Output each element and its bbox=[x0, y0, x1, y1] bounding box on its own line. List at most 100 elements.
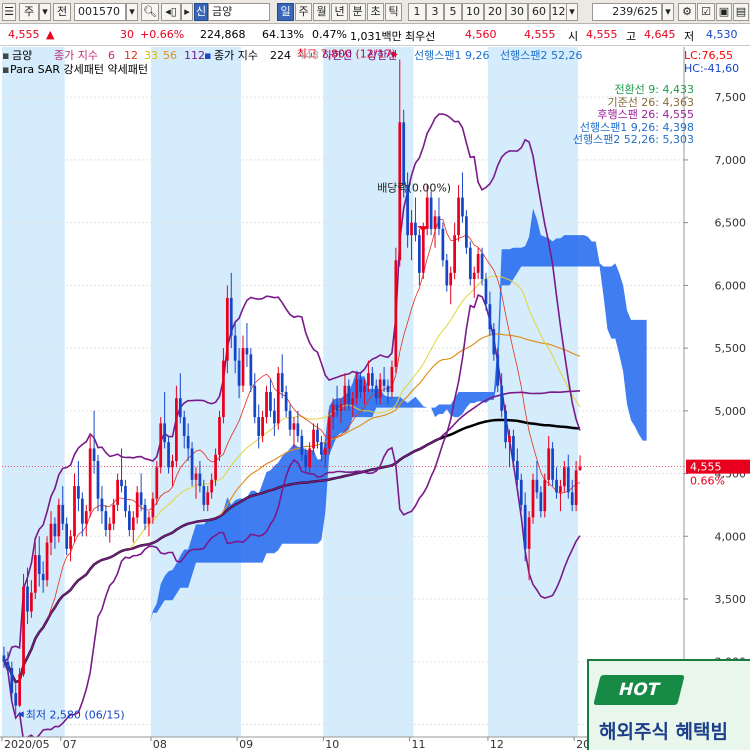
stock-name-field[interactable]: 금양 bbox=[208, 3, 270, 21]
candle-body bbox=[445, 260, 449, 286]
x-tick-label: 11 bbox=[412, 738, 426, 750]
candle-body bbox=[84, 511, 88, 524]
quote-bar: 4,555 ▲ 30 +0.66% 224,868 64.13% 0.47% 1… bbox=[0, 24, 750, 46]
legend-lower-band: 하한선 bbox=[322, 49, 353, 62]
period-tab-5[interactable]: 초 bbox=[367, 3, 384, 21]
period-tab-4[interactable]: 분 bbox=[349, 3, 366, 21]
section-select[interactable]: 주 bbox=[19, 3, 39, 21]
legend-ma-56: 56 bbox=[163, 49, 177, 62]
candle-body bbox=[347, 385, 351, 405]
code-dropdown-icon[interactable]: ▾ bbox=[126, 3, 138, 21]
period-tab-2[interactable]: 월 bbox=[313, 3, 330, 21]
open-label: 시 bbox=[568, 30, 579, 43]
candle-body bbox=[269, 392, 272, 411]
candle-body bbox=[225, 297, 229, 361]
stock-code-input[interactable]: 001570 bbox=[74, 3, 126, 21]
candle-body bbox=[308, 448, 312, 468]
period-tab-1[interactable]: 주 bbox=[295, 3, 312, 21]
period-tab-0[interactable]: 일 bbox=[277, 3, 294, 21]
candle-body bbox=[151, 498, 155, 518]
lc-value: LC:76,55 bbox=[684, 49, 734, 62]
legend-upper-band: 상한선 bbox=[367, 49, 398, 62]
more-icon[interactable]: ▾ bbox=[662, 3, 674, 21]
checkbox-icon[interactable]: ☑ bbox=[697, 3, 715, 21]
minute-button-1[interactable]: 1 bbox=[408, 3, 426, 21]
up-arrow-icon: ▲ bbox=[46, 28, 55, 41]
minute-dropdown-icon[interactable]: ▾ bbox=[566, 3, 578, 21]
candle-body bbox=[139, 492, 143, 505]
hot-ad-banner[interactable]: HOT 해외주식 혜택빔 bbox=[587, 659, 750, 750]
menu-icon[interactable]: ☰ bbox=[2, 3, 16, 21]
candle-body bbox=[37, 555, 41, 574]
mode-button[interactable]: 전 bbox=[53, 3, 71, 21]
minute-button-30[interactable]: 30 bbox=[506, 3, 528, 21]
candle-body bbox=[182, 417, 186, 436]
prev-icon[interactable]: ▸ bbox=[181, 3, 193, 21]
legend-box2-icon: ▪ bbox=[204, 49, 212, 62]
candle-body bbox=[22, 586, 25, 675]
ichimoku-label-0: 전환선 9: 4,433 bbox=[614, 83, 694, 96]
candle-body bbox=[65, 523, 69, 549]
legend-sar: Para SAR 강세패턴 약세패턴 bbox=[10, 63, 148, 76]
candle-body bbox=[190, 448, 194, 480]
minute-button-3[interactable]: 3 bbox=[426, 3, 444, 21]
period-tab-3[interactable]: 년 bbox=[331, 3, 348, 21]
candle-body bbox=[394, 260, 398, 367]
stack-icon[interactable]: ▤ bbox=[733, 3, 749, 21]
minute-button-20[interactable]: 20 bbox=[484, 3, 506, 21]
dividend-annotation: 배당락(0.00%) bbox=[377, 182, 451, 195]
candle-body bbox=[127, 511, 131, 530]
candle-body bbox=[222, 360, 225, 418]
search-icon[interactable]: 🔍︎ bbox=[141, 3, 159, 21]
candle-body bbox=[210, 479, 214, 493]
change-value: 30 bbox=[120, 28, 134, 41]
minute-button-60[interactable]: 60 bbox=[528, 3, 550, 21]
candle-body bbox=[429, 197, 433, 229]
candle-body bbox=[112, 504, 116, 524]
candle-body bbox=[18, 674, 22, 706]
candle-body bbox=[543, 479, 547, 512]
candle-body bbox=[515, 461, 519, 480]
legend-ma2-label: 종가 지수 bbox=[214, 49, 258, 62]
candle-body bbox=[519, 479, 523, 505]
candle-body bbox=[57, 504, 61, 537]
candle-body bbox=[253, 385, 257, 418]
candle-body bbox=[284, 392, 288, 411]
candle-body bbox=[488, 304, 492, 330]
hot-ad-text[interactable]: 해외주식 혜택빔 bbox=[599, 717, 728, 744]
legend-sar-box-icon: ▪ bbox=[2, 63, 10, 76]
toolbar: ☰ 주 ▾ 전 001570 ▾ 🔍︎ ◂▯ ▸ 신 금양 일주월년분초틱 13… bbox=[0, 0, 750, 24]
candle-body bbox=[527, 517, 531, 549]
legend-box-icon: ▪ bbox=[2, 49, 10, 62]
best-sell: 4,560 bbox=[465, 28, 497, 41]
candle-body bbox=[327, 417, 331, 449]
candle-body bbox=[14, 693, 18, 706]
price-chart[interactable]: 7,5007,0006,5006,0005,5005,0004,5004,000… bbox=[0, 47, 750, 750]
window-icon[interactable]: ▣ bbox=[716, 3, 732, 21]
name-tag: 신 bbox=[194, 3, 208, 21]
speaker-icon[interactable]: ◂▯ bbox=[161, 3, 181, 21]
candle-body bbox=[288, 410, 292, 430]
hot-badge: HOT bbox=[593, 675, 685, 705]
candle-body bbox=[382, 379, 386, 386]
settings-icon[interactable]: ⚙ bbox=[678, 3, 696, 21]
candle-body bbox=[249, 354, 253, 386]
candle-body bbox=[551, 448, 554, 480]
period-tab-6[interactable]: 틱 bbox=[385, 3, 402, 21]
candle-body bbox=[453, 235, 457, 273]
candle-body bbox=[276, 373, 280, 424]
x-tick-label: 2020/05 bbox=[4, 738, 50, 750]
candle-body bbox=[124, 486, 127, 512]
candle-body bbox=[33, 555, 37, 593]
x-tick-label: 07 bbox=[63, 738, 77, 750]
minute-button-10[interactable]: 10 bbox=[462, 3, 484, 21]
candle-body bbox=[359, 379, 362, 392]
minute-button-5[interactable]: 5 bbox=[444, 3, 462, 21]
candle-body bbox=[425, 197, 429, 229]
trade-amount: 1,031백만 bbox=[350, 30, 402, 43]
candle-body bbox=[237, 360, 241, 386]
low-price: 4,530 bbox=[706, 28, 738, 41]
y-tick-label: 7,000 bbox=[715, 154, 747, 167]
section-dropdown-icon[interactable]: ▾ bbox=[39, 3, 51, 21]
best-label: 최우선 bbox=[405, 30, 436, 43]
